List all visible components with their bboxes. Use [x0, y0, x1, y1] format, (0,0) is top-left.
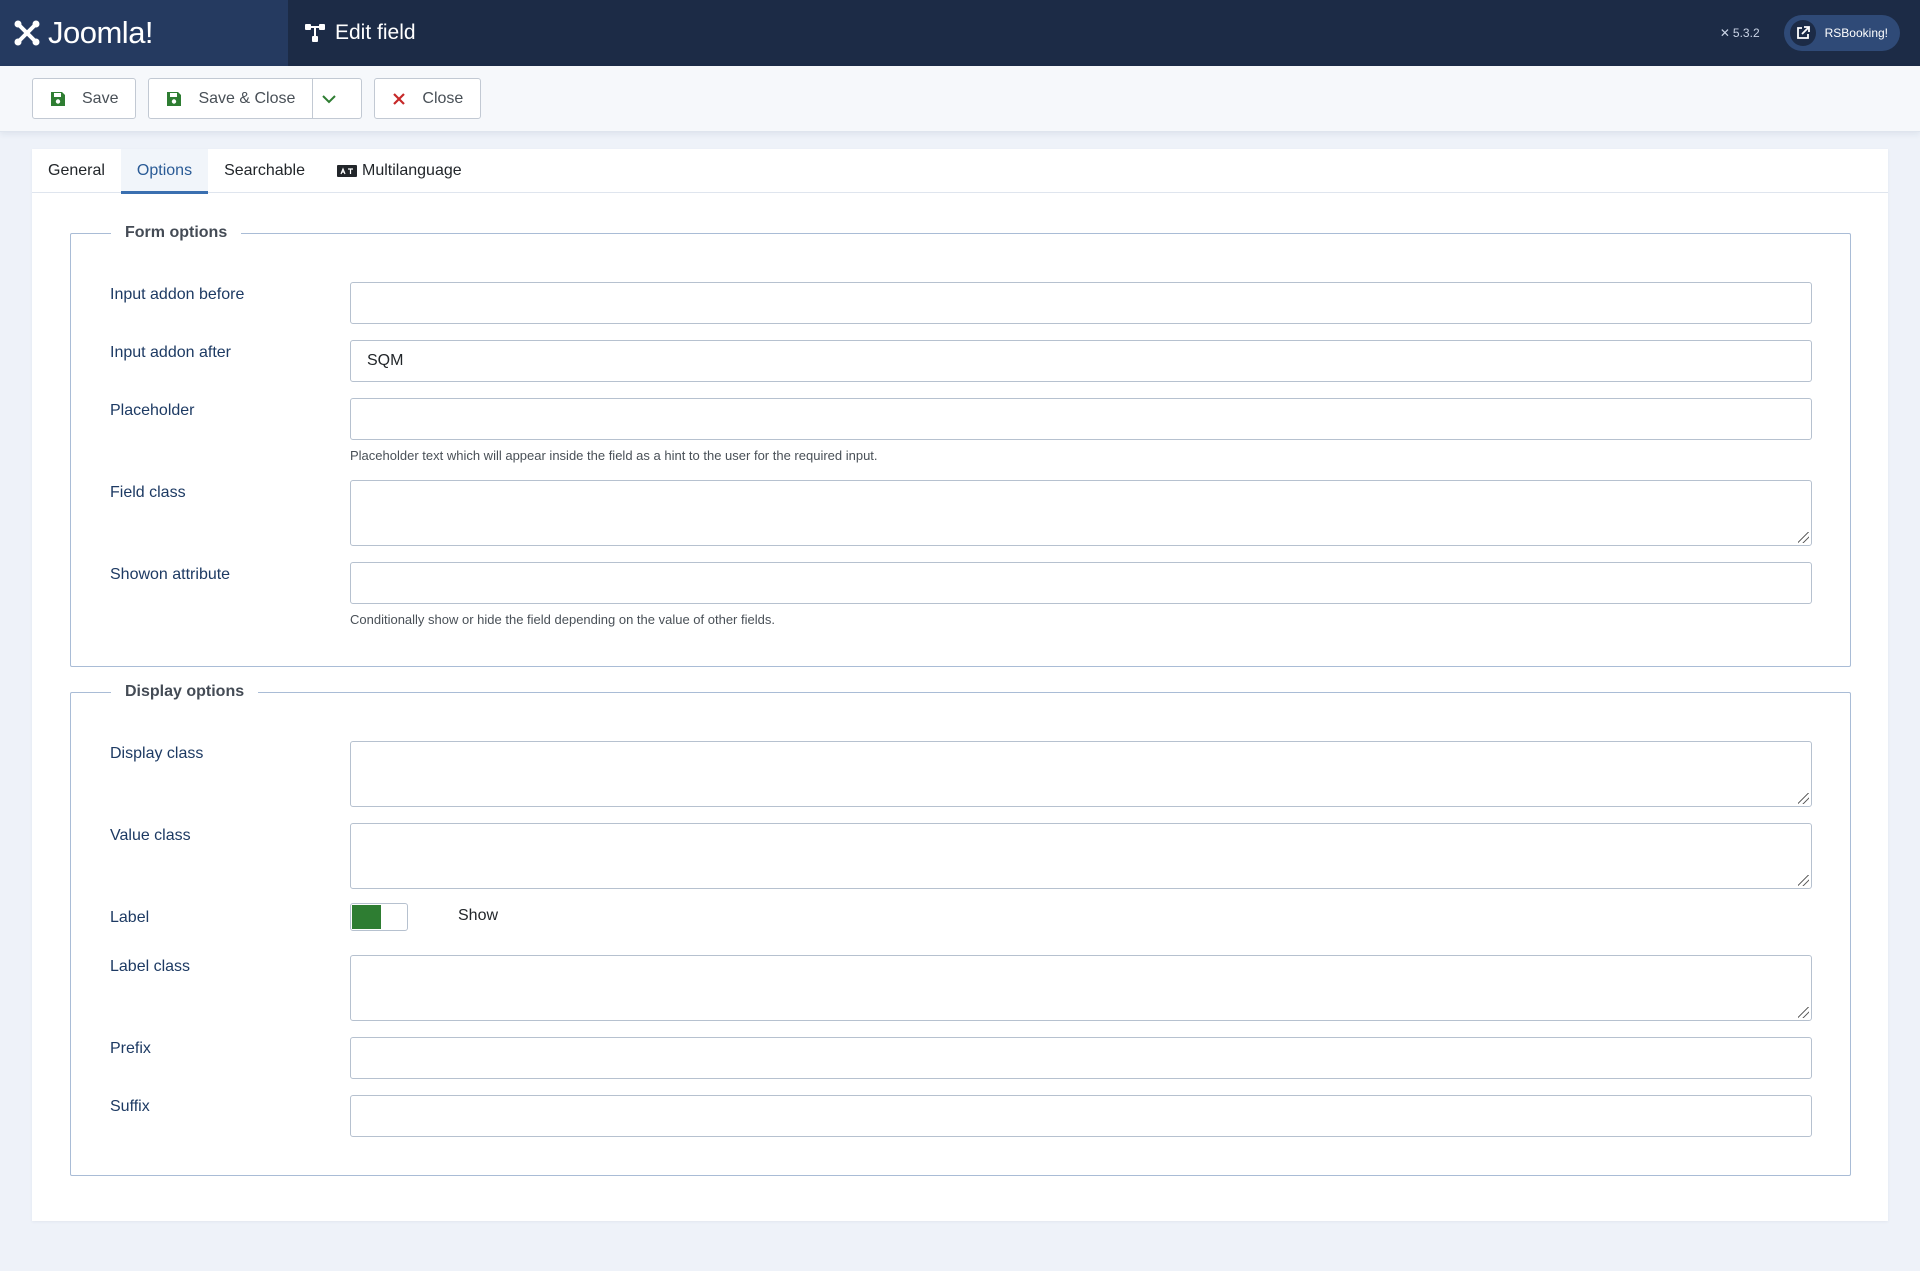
version-text: 5.3.2: [1732, 26, 1760, 40]
joomla-small-icon: ✕: [1719, 26, 1730, 40]
external-link-icon: [1789, 20, 1816, 46]
joomla-logo[interactable]: Joomla!: [0, 0, 288, 66]
close-label: Close: [422, 89, 464, 107]
field-class-textarea[interactable]: [350, 480, 1812, 546]
language-icon: [337, 165, 358, 177]
save-icon: [167, 91, 182, 106]
showon-label: Showon attribute: [110, 566, 231, 583]
prefix-label: Prefix: [110, 1040, 151, 1057]
top-header: Joomla! Edit field ✕ 5.3.2 RSBooking!: [0, 0, 1920, 66]
save-dropdown-toggle[interactable]: [312, 79, 361, 118]
form-options-legend: Form options: [125, 224, 228, 241]
suffix-label: Suffix: [110, 1098, 150, 1115]
input-addon-before-label: Input addon before: [110, 286, 245, 303]
tab-options-label: Options: [136, 162, 193, 179]
fields-icon: [305, 24, 325, 42]
suffix-field[interactable]: [350, 1095, 1812, 1137]
toolbar: Save Save & Close Close: [0, 66, 1920, 132]
input-addon-before-field[interactable]: [350, 282, 1812, 324]
display-class-textarea[interactable]: [350, 741, 1812, 807]
showon-hint: Conditionally show or hide the field dep…: [350, 612, 775, 627]
label-class-textarea[interactable]: [350, 955, 1812, 1021]
showon-field[interactable]: [350, 562, 1812, 604]
label-toggle-label: Label: [110, 909, 150, 926]
version-info: ✕ 5.3.2: [1720, 26, 1760, 40]
close-button[interactable]: Close: [374, 78, 482, 119]
label-show-toggle[interactable]: [350, 903, 408, 931]
joomla-logo-icon: [14, 20, 40, 46]
display-options-legend: Display options: [125, 683, 245, 700]
save-button[interactable]: Save: [32, 78, 137, 119]
label-class-label: Label class: [110, 958, 191, 975]
value-class-textarea[interactable]: [350, 823, 1812, 889]
tab-multilanguage[interactable]: Multilanguage: [321, 149, 478, 193]
tab-searchable-label: Searchable: [224, 162, 306, 179]
site-name: RSBooking!: [1824, 26, 1888, 40]
tab-options[interactable]: Options: [120, 149, 209, 194]
tab-general-label: General: [48, 162, 105, 179]
tab-general[interactable]: General: [32, 149, 121, 193]
tab-multilanguage-label: Multilanguage: [362, 162, 462, 179]
field-class-label: Field class: [110, 484, 186, 501]
display-class-label: Display class: [110, 745, 204, 762]
page-title-text: Edit field: [335, 21, 416, 44]
save-label: Save: [82, 89, 119, 107]
save-close-button[interactable]: Save & Close: [149, 79, 312, 118]
save-close-label: Save & Close: [198, 89, 296, 107]
label-toggle-state: Show: [458, 907, 499, 924]
prefix-field[interactable]: [350, 1037, 1812, 1079]
brand-text: Joomla!: [48, 15, 154, 50]
input-addon-after-field[interactable]: SQM: [350, 340, 1812, 382]
save-icon: [51, 91, 65, 106]
toggle-knob: [352, 905, 381, 929]
tab-searchable[interactable]: Searchable: [208, 149, 321, 193]
display-options-fieldset: Display options Display class Value clas…: [70, 683, 1851, 1176]
placeholder-label: Placeholder: [110, 402, 195, 419]
chevron-down-icon: [322, 94, 337, 103]
form-options-fieldset: Form options Input addon before Input ad…: [70, 224, 1851, 667]
input-addon-after-label: Input addon after: [110, 344, 231, 361]
placeholder-field[interactable]: [350, 398, 1812, 440]
close-icon: [393, 92, 406, 105]
page-title: Edit field: [288, 21, 416, 45]
edit-card: General Options Searchable Multilanguage…: [32, 149, 1888, 1221]
value-class-label: Value class: [110, 827, 191, 844]
view-site-button[interactable]: RSBooking!: [1783, 15, 1900, 51]
save-close-group: Save & Close: [148, 78, 363, 119]
placeholder-hint: Placeholder text which will appear insid…: [350, 448, 878, 463]
tab-bar: General Options Searchable Multilanguage: [32, 149, 1888, 194]
